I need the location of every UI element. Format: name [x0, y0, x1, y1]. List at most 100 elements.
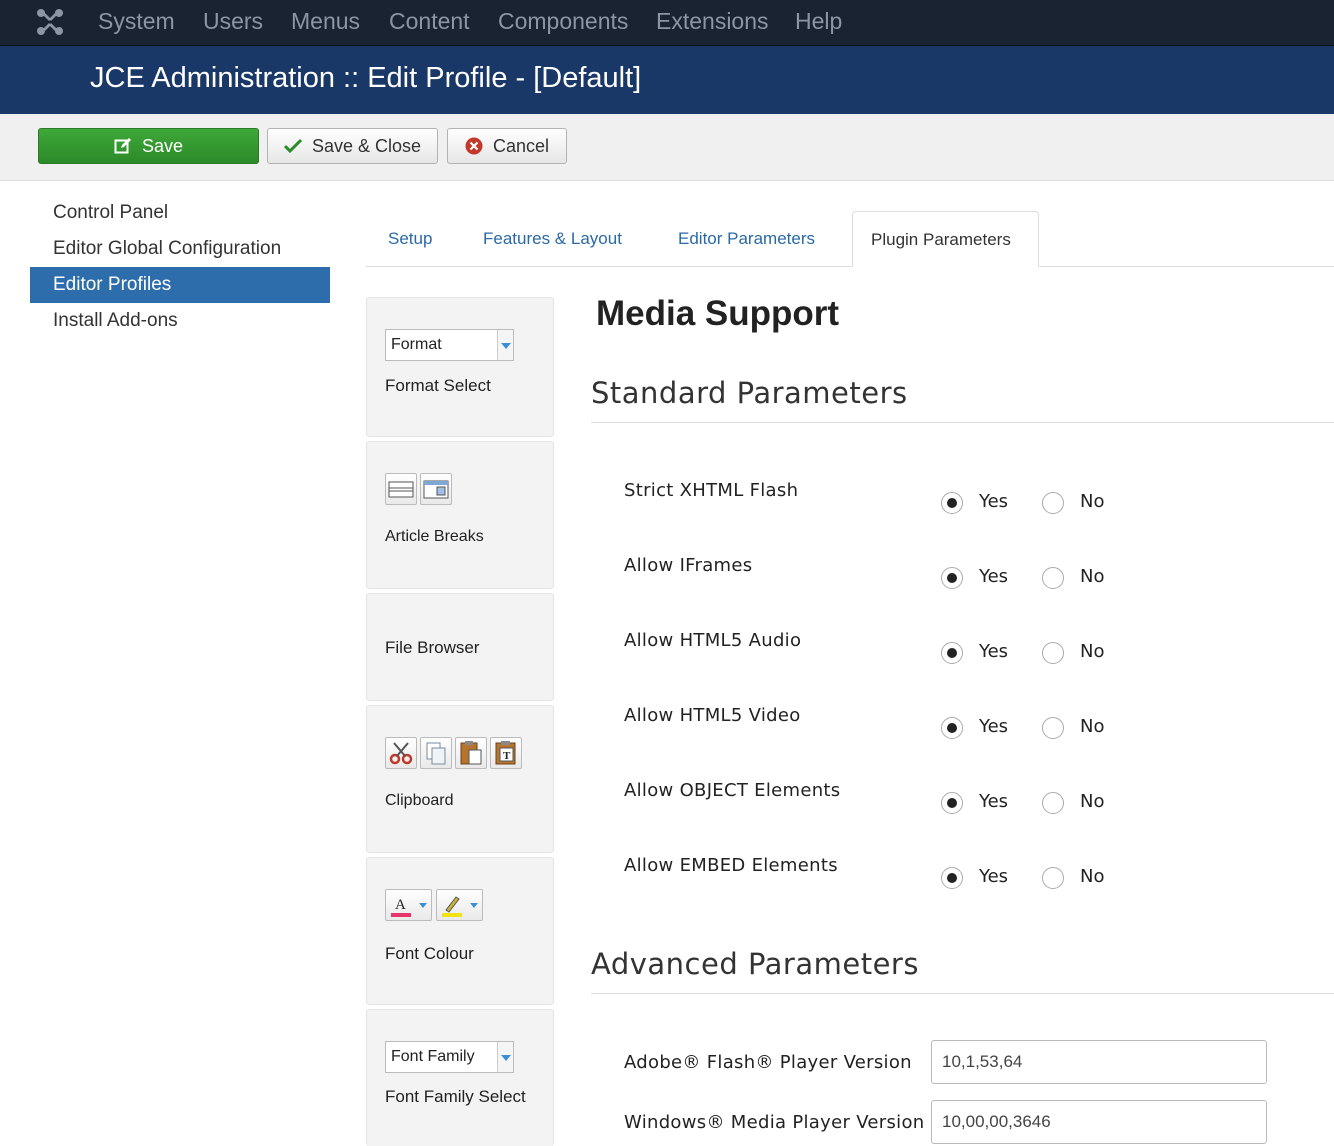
radio-no-label: No: [1080, 566, 1105, 587]
param-label: Windows® Media Player Version: [624, 1112, 925, 1133]
format-select-preview: Format: [385, 329, 514, 361]
radio-no-label: No: [1080, 866, 1105, 887]
sidebar-item-install-addons[interactable]: Install Add-ons: [30, 303, 330, 339]
save-button[interactable]: Save: [38, 128, 259, 164]
plugin-item-font-family-select[interactable]: Font Family Font Family Select: [366, 1009, 554, 1146]
radio-yes[interactable]: [941, 792, 963, 814]
copy-icon: [420, 737, 452, 769]
tab-editor-parameters[interactable]: Editor Parameters: [660, 211, 833, 267]
nav-menus[interactable]: Menus: [291, 8, 360, 35]
radio-no[interactable]: [1042, 567, 1064, 589]
radio-no-label: No: [1080, 641, 1105, 662]
cut-icon: [385, 737, 417, 769]
plugin-label: File Browser: [385, 638, 480, 657]
advanced-parameters-heading: Advanced Parameters: [591, 947, 919, 981]
nav-help[interactable]: Help: [795, 8, 842, 35]
paste-icon: [455, 737, 487, 769]
param-label: Strict XHTML Flash: [624, 480, 799, 501]
paste-text-icon: T: [490, 737, 522, 769]
radio-yes-label: Yes: [979, 566, 1009, 587]
font-family-select-preview: Font Family: [385, 1041, 514, 1073]
sidebar-item-control-panel[interactable]: Control Panel: [30, 195, 330, 231]
svg-text:T: T: [503, 750, 511, 762]
radio-yes-label: Yes: [979, 491, 1009, 512]
joomla-logo-icon[interactable]: [34, 7, 66, 37]
sidebar-item-global-configuration[interactable]: Editor Global Configuration: [30, 231, 330, 267]
flash-version-input[interactable]: 10,1,53,64: [931, 1040, 1267, 1084]
cancel-button[interactable]: Cancel: [447, 128, 567, 164]
param-label: Allow HTML5 Video: [624, 705, 801, 726]
radio-yes[interactable]: [941, 867, 963, 889]
nav-extensions[interactable]: Extensions: [656, 8, 769, 35]
nav-components[interactable]: Components: [498, 8, 628, 35]
param-label: Allow EMBED Elements: [624, 855, 838, 876]
readmore-icon: [385, 473, 417, 505]
forecolor-icon: A: [385, 889, 432, 921]
radio-yes[interactable]: [941, 717, 963, 739]
tab-plugin-parameters[interactable]: Plugin Parameters: [852, 211, 1039, 267]
save-label: Save: [141, 135, 184, 156]
radio-yes-label: Yes: [979, 641, 1009, 662]
nav-users[interactable]: Users: [203, 8, 263, 35]
standard-parameters-heading: Standard Parameters: [591, 376, 908, 410]
tab-features-layout[interactable]: Features & Layout: [465, 211, 640, 267]
plugin-item-article-breaks[interactable]: Article Breaks: [366, 441, 554, 589]
param-label: Adobe® Flash® Player Version: [624, 1052, 912, 1073]
radio-no[interactable]: [1042, 717, 1064, 739]
plugin-item-file-browser[interactable]: File Browser: [366, 593, 554, 701]
plugin-item-font-colour[interactable]: A Font Colour: [366, 857, 554, 1005]
chevron-down-icon: [497, 330, 513, 360]
nav-content[interactable]: Content: [389, 8, 470, 35]
checkmark-icon: [283, 137, 302, 155]
param-label: Allow OBJECT Elements: [624, 780, 841, 801]
sidebar-item-label: Editor Global Configuration: [53, 238, 282, 259]
toolbar: Save Save & Close Cancel: [0, 114, 1334, 181]
sidebar-item-editor-profiles[interactable]: Editor Profiles: [30, 267, 330, 303]
radio-yes[interactable]: [941, 567, 963, 589]
select-value: Font Family: [391, 1048, 475, 1065]
radio-yes[interactable]: [941, 492, 963, 514]
top-navbar: System Users Menus Content Components Ex…: [0, 0, 1334, 46]
sidebar-item-label: Control Panel: [53, 202, 169, 223]
plugin-label: Font Family Select: [385, 1087, 526, 1106]
radio-no[interactable]: [1042, 867, 1064, 889]
edit-icon: [114, 137, 132, 155]
sidebar-item-label: Install Add-ons: [53, 310, 178, 331]
radio-yes[interactable]: [941, 642, 963, 664]
page-title: JCE Administration :: Edit Profile - [De…: [90, 62, 642, 94]
param-label: Allow HTML5 Audio: [624, 630, 802, 651]
plugin-label: Format Select: [385, 376, 491, 395]
media-player-version-input[interactable]: 10,00,00,3646: [931, 1100, 1267, 1144]
section-title: Media Support: [596, 294, 840, 333]
plugin-label: Font Colour: [385, 944, 474, 963]
svg-text:A: A: [395, 897, 406, 913]
plugin-label: Article Breaks: [385, 528, 484, 545]
radio-yes-label: Yes: [979, 866, 1009, 887]
save-close-button[interactable]: Save & Close: [267, 128, 438, 164]
select-value: Format: [391, 336, 442, 353]
plugin-item-format-select[interactable]: Format Format Select: [366, 297, 554, 437]
radio-no-label: No: [1080, 716, 1105, 737]
radio-no[interactable]: [1042, 642, 1064, 664]
plugin-label: Clipboard: [385, 792, 454, 809]
tab-setup[interactable]: Setup: [370, 211, 450, 267]
pagebreak-icon: [420, 473, 452, 505]
save-close-label: Save & Close: [311, 135, 422, 156]
radio-no[interactable]: [1042, 792, 1064, 814]
radio-no-label: No: [1080, 791, 1105, 812]
radio-yes-label: Yes: [979, 791, 1009, 812]
section-divider: [591, 422, 1334, 423]
radio-no[interactable]: [1042, 492, 1064, 514]
radio-yes-label: Yes: [979, 716, 1009, 737]
param-label: Allow IFrames: [624, 555, 753, 576]
nav-system[interactable]: System: [98, 8, 175, 35]
backcolor-icon: [436, 889, 483, 921]
plugin-item-clipboard[interactable]: T Clipboard: [366, 705, 554, 853]
sidebar-item-label: Editor Profiles: [53, 274, 172, 295]
radio-no-label: No: [1080, 491, 1105, 512]
chevron-down-icon: [497, 1042, 513, 1072]
section-divider: [591, 993, 1334, 994]
cancel-circle-icon: [465, 137, 483, 155]
cancel-label: Cancel: [492, 135, 550, 156]
page-header: JCE Administration :: Edit Profile - [De…: [0, 46, 1334, 114]
